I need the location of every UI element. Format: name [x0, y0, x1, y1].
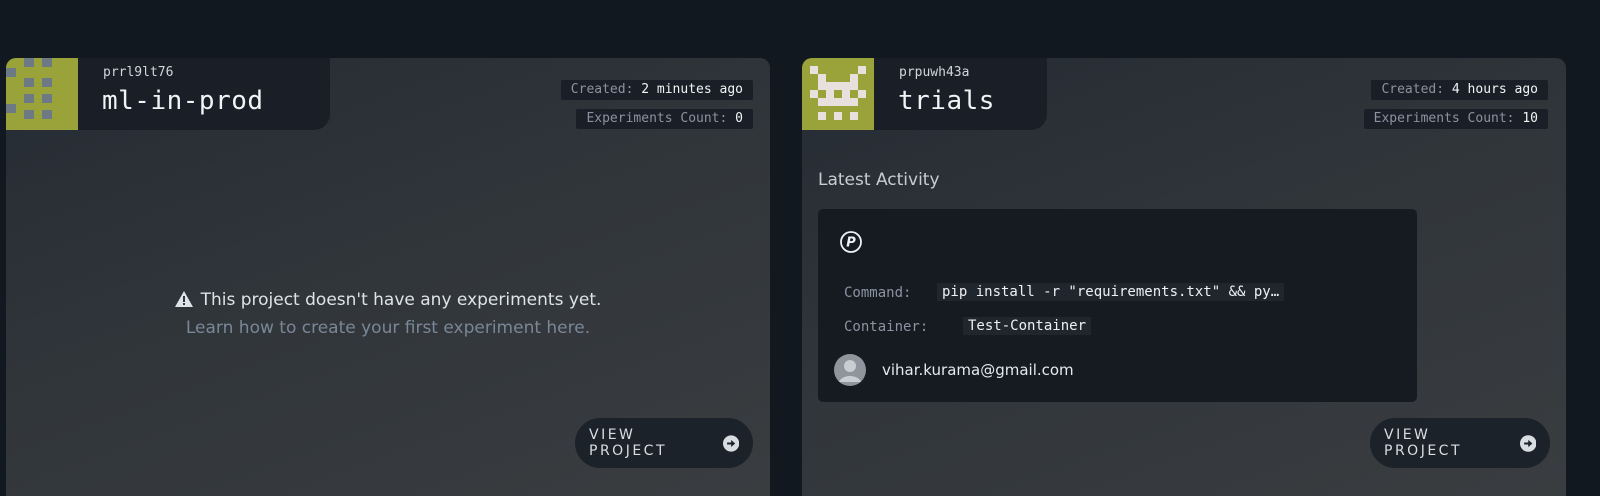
empty-state-text: This project doesn't have any experiment…: [200, 290, 602, 310]
project-id: prpuwh43a: [899, 65, 970, 80]
project-avatar-icon: [6, 58, 78, 130]
project-header-tab: prpuwh43a trials: [802, 58, 1047, 130]
container-label: Container:: [844, 319, 929, 335]
created-badge: Created: 4 hours ago: [1371, 80, 1548, 100]
project-card: prpuwh43a trials Created: 4 hours ago Ex…: [802, 58, 1566, 496]
project-name[interactable]: trials: [898, 86, 995, 116]
arrow-circle-right-icon: [722, 434, 739, 452]
empty-state-message: This project doesn't have any experiment…: [6, 290, 770, 310]
experiments-count-label: Experiments Count:: [1373, 111, 1515, 126]
project-name[interactable]: ml-in-prod: [102, 86, 264, 116]
svg-text:P: P: [846, 236, 856, 251]
project-avatar-icon: [802, 58, 874, 130]
created-value: 2 minutes ago: [641, 82, 743, 97]
project-card: prrl9lt76 ml-in-prod Created: 2 minutes …: [6, 58, 770, 496]
experiments-count-label: Experiments Count:: [586, 111, 728, 126]
view-project-button[interactable]: VIEW PROJECT: [1370, 418, 1550, 468]
project-header-tab: prrl9lt76 ml-in-prod: [6, 58, 330, 130]
arrow-circle-right-icon: [1519, 434, 1536, 452]
activity-card[interactable]: P Command: pip install -r "requirements.…: [818, 209, 1417, 402]
user-email: vihar.kurama@gmail.com: [882, 361, 1074, 379]
experiments-count-badge: Experiments Count: 10: [1363, 109, 1548, 129]
created-badge: Created: 2 minutes ago: [560, 80, 753, 100]
user-avatar-icon: [834, 354, 866, 386]
view-project-label: VIEW PROJECT: [589, 427, 667, 459]
command-value: pip install -r "requirements.txt" && py…: [937, 283, 1285, 301]
container-value: Test-Container: [963, 317, 1092, 335]
view-project-label: VIEW PROJECT: [1384, 427, 1462, 459]
created-value: 4 hours ago: [1451, 82, 1538, 97]
view-project-button[interactable]: VIEW PROJECT: [575, 418, 753, 468]
experiments-count-badge: Experiments Count: 0: [576, 109, 753, 129]
create-experiment-link[interactable]: Learn how to create your first experimen…: [6, 318, 770, 338]
project-id: prrl9lt76: [103, 65, 174, 80]
experiments-count-value: 0: [735, 111, 743, 126]
experiments-count-value: 10: [1522, 111, 1538, 126]
latest-activity-heading: Latest Activity: [818, 170, 940, 190]
created-label: Created:: [570, 82, 634, 97]
command-label: Command:: [844, 285, 912, 301]
created-label: Created:: [1381, 82, 1445, 97]
warning-icon: [174, 291, 193, 307]
paperspace-logo-icon: P: [840, 231, 862, 253]
